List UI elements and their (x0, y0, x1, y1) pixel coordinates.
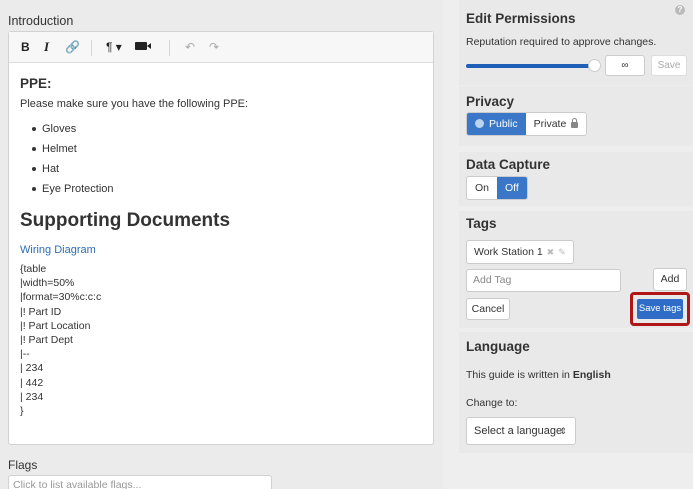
flags-input[interactable]: Click to list available flags... (8, 475, 272, 489)
select-arrow-icon: ⇕ (559, 426, 567, 436)
slider-handle[interactable] (588, 59, 601, 72)
undo-icon[interactable]: ↶ (185, 40, 195, 54)
privacy-title: Privacy (466, 94, 515, 109)
save-tags-button[interactable]: Save tags (637, 299, 683, 319)
cancel-button[interactable]: Cancel (466, 298, 510, 320)
editor-toolbar: B I 🔗 ¶ ▾ ↶ ↷ (9, 32, 433, 63)
markup-line: |! Part ID (20, 305, 62, 318)
markup-line: |! Part Dept (20, 333, 73, 346)
markup-line: | 234 (20, 362, 44, 375)
table-markup: {table |width=50% |format=30%c:c:c |! Pa… (20, 262, 425, 418)
list-item: Gloves (32, 119, 425, 139)
video-icon[interactable] (135, 42, 151, 50)
on-option[interactable]: On (467, 177, 497, 199)
supporting-documents-heading: Supporting Documents (20, 210, 231, 231)
data-capture-panel: Data Capture On Off (459, 152, 693, 206)
link-icon[interactable]: 🔗 (65, 40, 80, 54)
change-to-label: Change to: (466, 397, 518, 409)
markup-line: | 234 (20, 390, 44, 403)
rich-text-editor[interactable]: B I 🔗 ¶ ▾ ↶ ↷ PPE: Please make sure you … (8, 31, 434, 445)
ppe-list: Gloves Helmet Hat Eye Protection (32, 119, 425, 199)
edit-permissions-panel: Edit Permissions ? Reputation required t… (459, 0, 693, 85)
edit-tag-icon[interactable]: ✎ (558, 247, 566, 257)
current-language: English (572, 369, 611, 381)
language-select-value: Select a language (474, 425, 563, 437)
privacy-panel: Privacy Public Private (459, 86, 693, 146)
public-option[interactable]: Public (467, 113, 526, 135)
bold-button[interactable]: B (21, 40, 30, 54)
toolbar-divider (169, 40, 170, 56)
tag-label: Work Station 1 (474, 246, 543, 258)
ppe-intro-text: Please make sure you have the following … (20, 98, 249, 110)
reputation-value-input[interactable]: ∞ (605, 55, 645, 76)
paragraph-format-button[interactable]: ¶ ▾ (106, 40, 122, 54)
markup-line: |width=50% (20, 277, 75, 290)
privacy-toggle[interactable]: Public Private (466, 112, 588, 136)
language-panel: Language This guide is written in Englis… (459, 332, 693, 453)
editor-content[interactable]: PPE: Please make sure you have the follo… (20, 76, 425, 418)
list-item: Hat (32, 159, 425, 179)
introduction-label: Introduction (8, 14, 74, 28)
wiring-diagram-link[interactable]: Wiring Diagram (20, 244, 425, 256)
help-icon[interactable]: ? (675, 5, 685, 15)
toolbar-divider (91, 40, 92, 56)
markup-line: | 442 (20, 376, 44, 389)
markup-line: |! Part Location (20, 319, 91, 332)
off-option[interactable]: Off (497, 177, 527, 199)
guide-intro-editor-area: Introduction B I 🔗 ¶ ▾ ↶ ↷ PPE: Please m… (0, 0, 443, 489)
data-capture-title: Data Capture (466, 157, 551, 172)
italic-button[interactable]: I (44, 39, 49, 55)
data-capture-toggle[interactable]: On Off (466, 176, 528, 200)
remove-tag-icon[interactable]: ✖ (547, 247, 555, 257)
ppe-heading: PPE: (20, 76, 52, 91)
reputation-text: Reputation required to approve changes. (466, 36, 657, 48)
reputation-slider[interactable] (466, 64, 591, 68)
globe-icon (475, 119, 484, 128)
flags-label: Flags (8, 458, 38, 472)
list-item: Helmet (32, 139, 425, 159)
tag-chip[interactable]: Work Station 1 ✖ ✎ (466, 240, 574, 264)
save-permissions-button[interactable]: Save (651, 55, 687, 76)
list-item: Eye Protection (32, 179, 425, 199)
markup-line: {table (20, 263, 47, 275)
tags-panel: Tags Work Station 1 ✖ ✎ Add Tag Add Cancel… (459, 211, 693, 328)
markup-line: } (20, 404, 24, 417)
lock-icon (571, 118, 579, 128)
current-language-text: This guide is written in English (466, 369, 611, 381)
add-tag-input[interactable]: Add Tag (466, 269, 621, 292)
language-select[interactable]: Select a language ⇕ (466, 417, 576, 445)
add-tag-button[interactable]: Add (653, 268, 687, 291)
markup-line: |-- (20, 348, 30, 361)
private-option[interactable]: Private (526, 113, 587, 135)
markup-line: |format=30%c:c:c (20, 291, 102, 304)
redo-icon[interactable]: ↷ (209, 40, 219, 54)
edit-permissions-title: Edit Permissions (466, 11, 576, 26)
save-tags-highlight: Save tags (630, 292, 690, 326)
language-title: Language (466, 339, 530, 354)
tags-title: Tags (466, 216, 497, 231)
